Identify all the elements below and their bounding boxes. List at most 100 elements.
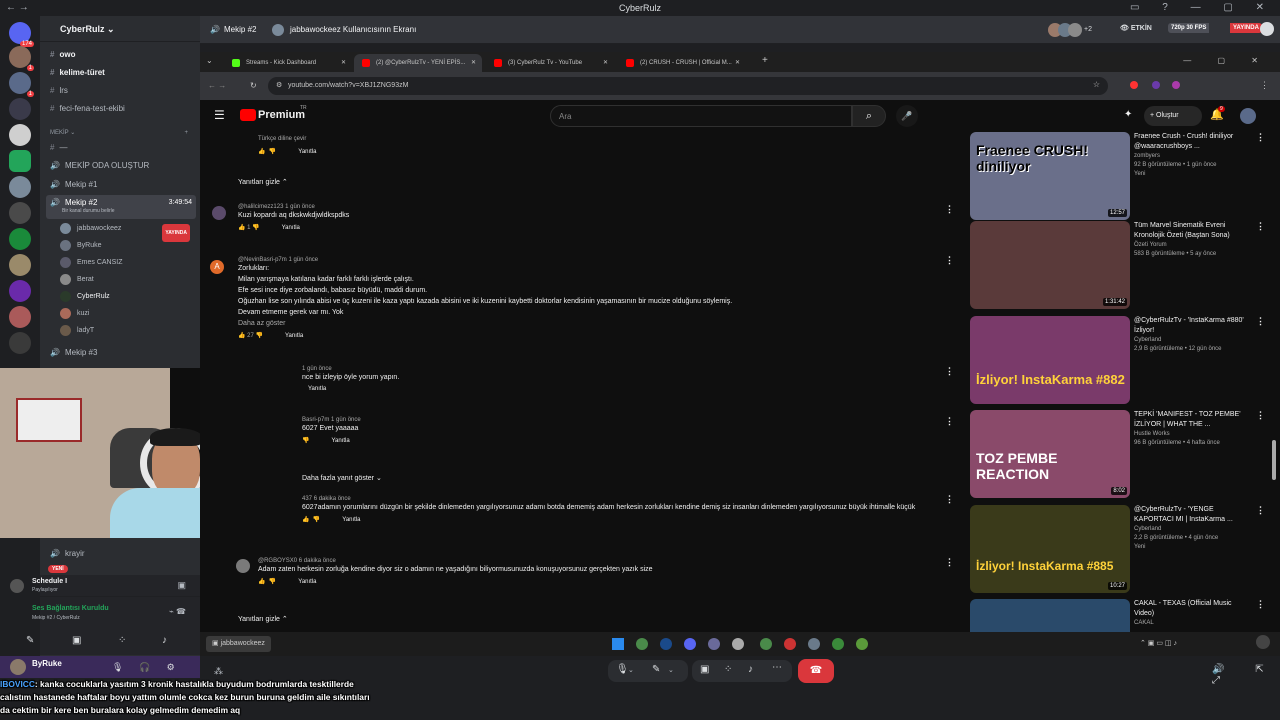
comment-menu-icon[interactable]: ⋮ xyxy=(945,204,954,215)
reply-button[interactable]: Yanıtla xyxy=(298,149,316,155)
app-icon[interactable] xyxy=(760,638,772,650)
commenter-avatar[interactable]: A xyxy=(210,260,224,274)
app-icon[interactable] xyxy=(856,638,868,650)
cast-icon[interactable]: ✦ xyxy=(1124,109,1132,120)
activities-icon[interactable]: ⁘ xyxy=(724,664,732,675)
mic-icon[interactable]: 🎤 xyxy=(896,105,918,127)
voice-status[interactable]: Ses Bağlantısı Kuruldu Mekip #2 / CyberR… xyxy=(32,605,200,625)
server-icon[interactable]: 1 xyxy=(9,46,34,71)
new-badge[interactable]: YENİ xyxy=(48,565,68,573)
activity-row[interactable]: Schedule I Paylaşılıyor ▣ xyxy=(10,575,200,597)
extension-icon[interactable] xyxy=(1172,81,1180,89)
video-title[interactable]: @CyberRulzTv - 'InstaKarma #880' İzliyor… xyxy=(1134,316,1249,336)
search-input[interactable]: Ara xyxy=(550,105,852,127)
app-icon[interactable] xyxy=(808,638,820,650)
stream-user-label[interactable]: ▣ jabbawockeez xyxy=(206,636,271,652)
video-menu-icon[interactable]: ⋮ xyxy=(1256,221,1265,232)
voice-user[interactable]: Berat xyxy=(60,272,196,288)
server-icon[interactable] xyxy=(9,176,31,198)
voice-user[interactable]: CyberRulz xyxy=(60,289,196,305)
reply-button[interactable]: Yanıtla xyxy=(308,386,326,392)
browser-tab-active[interactable]: (2) @CyberRulzTv - YENİ EPİS... ✕ xyxy=(354,54,482,72)
app-icon[interactable] xyxy=(636,638,648,650)
server-icon[interactable] xyxy=(9,280,31,302)
camera-off-icon[interactable]: ✎ xyxy=(652,664,660,675)
comment-actions[interactable]: Yanıtla xyxy=(302,386,942,392)
camera-off-icon[interactable]: ✎ xyxy=(26,635,34,646)
channel-kelime-turet[interactable]: # kelime-türet xyxy=(46,65,196,81)
start-icon[interactable] xyxy=(612,638,624,650)
video-title[interactable]: Tüm Marvel Sinematik Evreni Kronolojik Ö… xyxy=(1134,221,1249,241)
video-title[interactable]: Fraenee Crush - Crush! diniliyor @waarac… xyxy=(1134,132,1249,152)
show-less-link[interactable]: Daha az göster xyxy=(238,318,938,329)
viewer-avatars[interactable]: +2 xyxy=(1048,23,1092,37)
video-card[interactable]: İzliyor! InstaKarma #885 10:27 @CyberRulz… xyxy=(970,505,1265,595)
zoom-icon[interactable] xyxy=(1256,635,1270,649)
video-thumbnail[interactable]: İzliyor! InstaKarma #885 10:27 xyxy=(970,505,1130,593)
address-bar[interactable]: ⚙ youtube.com/watch?v=XBJ1ZNG93zM ☆ xyxy=(268,77,1108,95)
comment-actions[interactable]: 👍 1 👎 Yanıtla xyxy=(238,224,938,231)
video-thumbnail[interactable]: 1:31:42 xyxy=(970,221,1130,309)
app-icon[interactable] xyxy=(660,638,672,650)
app-icon[interactable] xyxy=(832,638,844,650)
video-title[interactable]: TEPKİ 'MANIFEST - TOZ PEMBE' İZLİYOR | W… xyxy=(1134,410,1249,430)
comment-menu-icon[interactable]: ⋮ xyxy=(945,557,954,568)
home-icon[interactable]: 174 xyxy=(9,22,34,47)
youtube-logo-text[interactable]: Premium xyxy=(258,109,305,121)
video-thumbnail[interactable]: TOZ PEMBE REACTION 8:02 xyxy=(970,410,1130,498)
voice-user[interactable]: ByRuke xyxy=(60,238,196,254)
video-thumbnail[interactable]: Fraenee CRUSH! diniliyor 12:57 xyxy=(970,132,1130,220)
screen-share-icon[interactable]: ▣ xyxy=(177,580,186,591)
video-title[interactable]: @CyberRulzTv - 'YENGE KAPORTACI MI | Ins… xyxy=(1134,505,1249,525)
mic-icon[interactable]: 🎙 xyxy=(616,664,629,675)
screen-share-icon[interactable]: ▣ xyxy=(700,664,709,675)
extension-icon[interactable] xyxy=(1130,81,1138,89)
hide-replies-button[interactable]: Yanıtları gizle ⌃ xyxy=(238,615,288,623)
soundboard-icon[interactable]: ♪ xyxy=(162,635,167,646)
clock-date[interactable]: 4.08.2026 xyxy=(1206,707,1233,713)
participants-icon[interactable]: ⁂ xyxy=(214,666,223,677)
view-controls[interactable]: 🔊 ⇱ ⤢ xyxy=(1212,664,1280,686)
self-controls[interactable]: 🎙🎧⚙ xyxy=(112,662,191,673)
video-channel[interactable]: CAKAL xyxy=(1134,619,1249,628)
video-menu-icon[interactable]: ⋮ xyxy=(1256,505,1265,516)
server-icon[interactable] xyxy=(9,306,31,328)
chat-icon[interactable] xyxy=(1260,22,1274,36)
video-card[interactable]: TOZ PEMBE REACTION 8:02 TEPKİ 'MANIFEST -… xyxy=(970,410,1265,500)
video-title[interactable]: CAKAL - TEXAS (Official Music Video) xyxy=(1134,599,1249,619)
hide-replies-button[interactable]: Yanıtları gizle ⌃ xyxy=(238,178,288,186)
channel-mekip-3[interactable]: 🔊 Mekip #3 xyxy=(46,345,196,361)
chevron-down-icon[interactable]: ⌄ xyxy=(668,666,674,674)
comment-actions[interactable]: 👍 👎 Yanıtla xyxy=(258,578,938,585)
comment-actions[interactable]: 👎 Yanıtla xyxy=(302,437,942,444)
video-channel[interactable]: Cyberland xyxy=(1134,336,1249,345)
channel-mekip-1[interactable]: 🔊 Mekip #1 xyxy=(46,177,196,193)
hamburger-icon[interactable]: ☰ xyxy=(214,108,225,122)
category-mekip[interactable]: MEKİP ⌄ + xyxy=(46,125,196,141)
clock-time[interactable]: 03:19 xyxy=(1212,697,1227,703)
browser-tab[interactable]: (2) CRUSH - CRUSH | Official M... ✕ xyxy=(618,54,746,72)
reply-button[interactable]: Yanıtla xyxy=(282,225,300,231)
more-icon[interactable]: ⋯ xyxy=(772,662,782,673)
video-menu-icon[interactable]: ⋮ xyxy=(1256,132,1265,143)
app-icon[interactable] xyxy=(684,638,696,650)
server-icon[interactable] xyxy=(9,150,31,172)
video-channel[interactable]: Hustle Works xyxy=(1134,430,1249,439)
channel-status[interactable]: Bir kanal durumu belirle xyxy=(62,207,115,215)
activity-badge[interactable]: 👁 ETKİN xyxy=(1120,24,1152,32)
notifications-icon[interactable]: ▤ xyxy=(1254,701,1263,712)
channel-krayir[interactable]: 🔊 krayir xyxy=(46,546,196,562)
channel-dash[interactable]: # — xyxy=(46,140,196,156)
comment-menu-icon[interactable]: ⋮ xyxy=(945,366,954,377)
scrollbar[interactable] xyxy=(1272,440,1276,480)
reply-button[interactable]: Yanıtla xyxy=(285,333,303,339)
server-icon[interactable] xyxy=(9,254,31,276)
new-tab-icon[interactable]: + xyxy=(762,55,768,66)
video-menu-icon[interactable]: ⋮ xyxy=(1256,410,1265,421)
chevron-down-icon[interactable]: ⌄ xyxy=(628,666,634,674)
reply-button[interactable]: Yanıtla xyxy=(342,517,360,523)
app-icon[interactable] xyxy=(708,638,720,650)
screen-share-button[interactable]: ▣ xyxy=(72,635,81,646)
channel-owo[interactable]: # owo xyxy=(46,47,196,63)
video-channel[interactable]: Cyberland xyxy=(1134,525,1249,534)
